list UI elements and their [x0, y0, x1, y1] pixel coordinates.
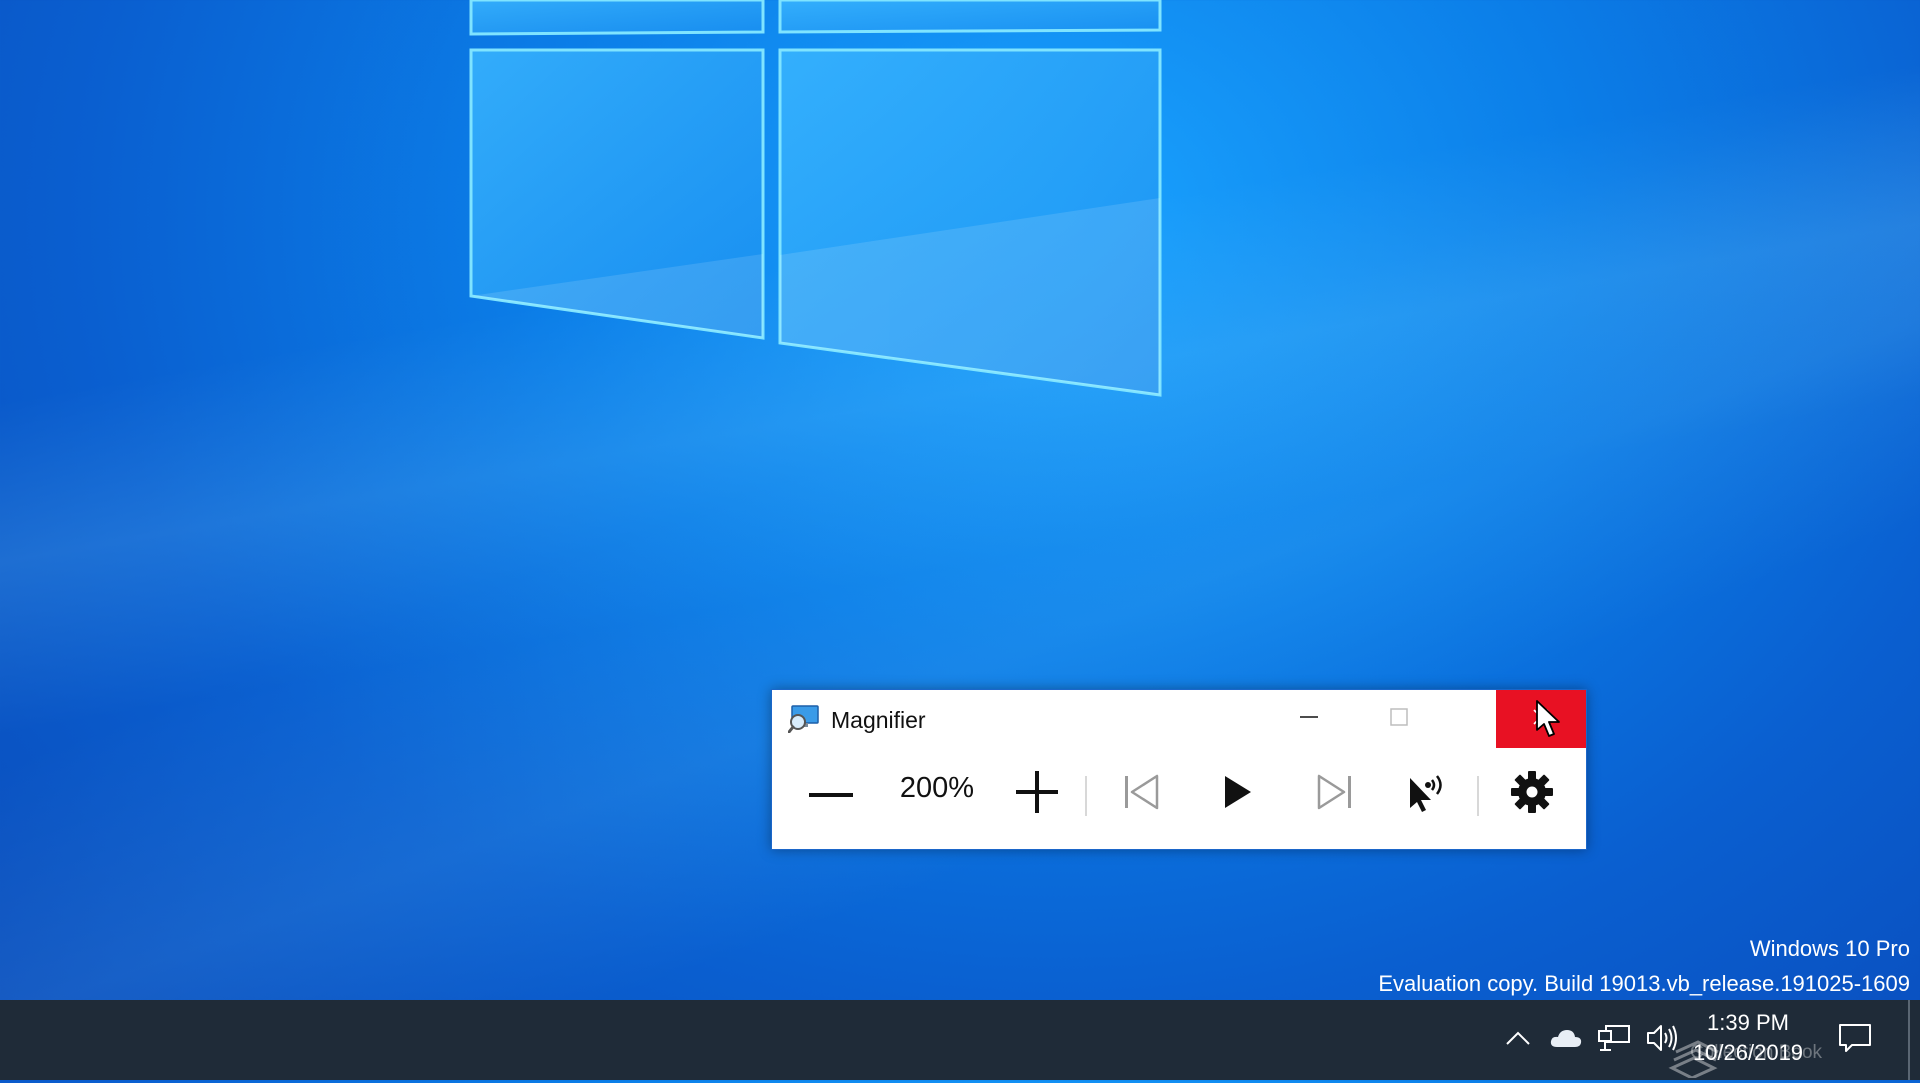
show-desktop-divider[interactable]	[1908, 1000, 1910, 1080]
show-hidden-icons-button[interactable]	[1496, 1000, 1540, 1080]
skip-next-icon	[1315, 774, 1353, 815]
minus-icon	[809, 785, 853, 803]
onedrive-cloud-icon	[1549, 1027, 1583, 1054]
minimize-icon	[1299, 707, 1319, 732]
gear-icon	[1510, 770, 1554, 819]
pointer-speak-icon	[1406, 772, 1450, 817]
settings-button[interactable]	[1492, 756, 1572, 832]
window-title: Magnifier	[831, 707, 926, 733]
toolbar-separator-2	[1477, 776, 1479, 816]
taskbar: 1:39 PM 10/26/2019	[0, 1000, 1920, 1080]
magnifier-app-icon	[787, 705, 820, 734]
plus-icon	[1016, 770, 1058, 818]
chevron-up-icon	[1505, 1030, 1531, 1051]
play-icon	[1223, 774, 1253, 815]
zoom-out-button[interactable]	[796, 756, 866, 832]
mouse-cursor-icon	[1536, 700, 1562, 743]
skip-previous-icon	[1123, 774, 1161, 815]
network-tray-button[interactable]	[1591, 1000, 1637, 1080]
maximize-button[interactable]	[1354, 690, 1444, 748]
minimize-button[interactable]	[1264, 690, 1354, 748]
close-button[interactable]	[1496, 690, 1586, 748]
edition-watermark: Windows 10 Pro	[1749, 936, 1910, 961]
book-logo-icon	[1666, 1028, 1720, 1083]
read-from-pointer-button[interactable]	[1388, 756, 1468, 832]
previous-button[interactable]	[1102, 756, 1182, 832]
magnifier-toolbar: 200%	[772, 748, 1586, 848]
build-watermark: Evaluation copy. Build 19013.vb_release.…	[1378, 971, 1910, 996]
magnifier-titlebar[interactable]: Magnifier	[772, 690, 1586, 748]
windows-logo-wallpaper	[469, 0, 1162, 397]
zoom-in-button[interactable]	[997, 756, 1077, 832]
play-button[interactable]	[1198, 756, 1278, 832]
toolbar-separator	[1085, 776, 1087, 816]
magnifier-window: Magnifier 200%	[771, 689, 1587, 850]
onedrive-tray-button[interactable]	[1544, 1000, 1588, 1080]
action-center-icon	[1838, 1023, 1872, 1058]
next-button[interactable]	[1294, 756, 1374, 832]
action-center-button[interactable]	[1830, 1000, 1880, 1080]
network-icon	[1597, 1023, 1631, 1058]
zoom-level: 200%	[899, 772, 975, 804]
maximize-icon	[1389, 707, 1409, 732]
